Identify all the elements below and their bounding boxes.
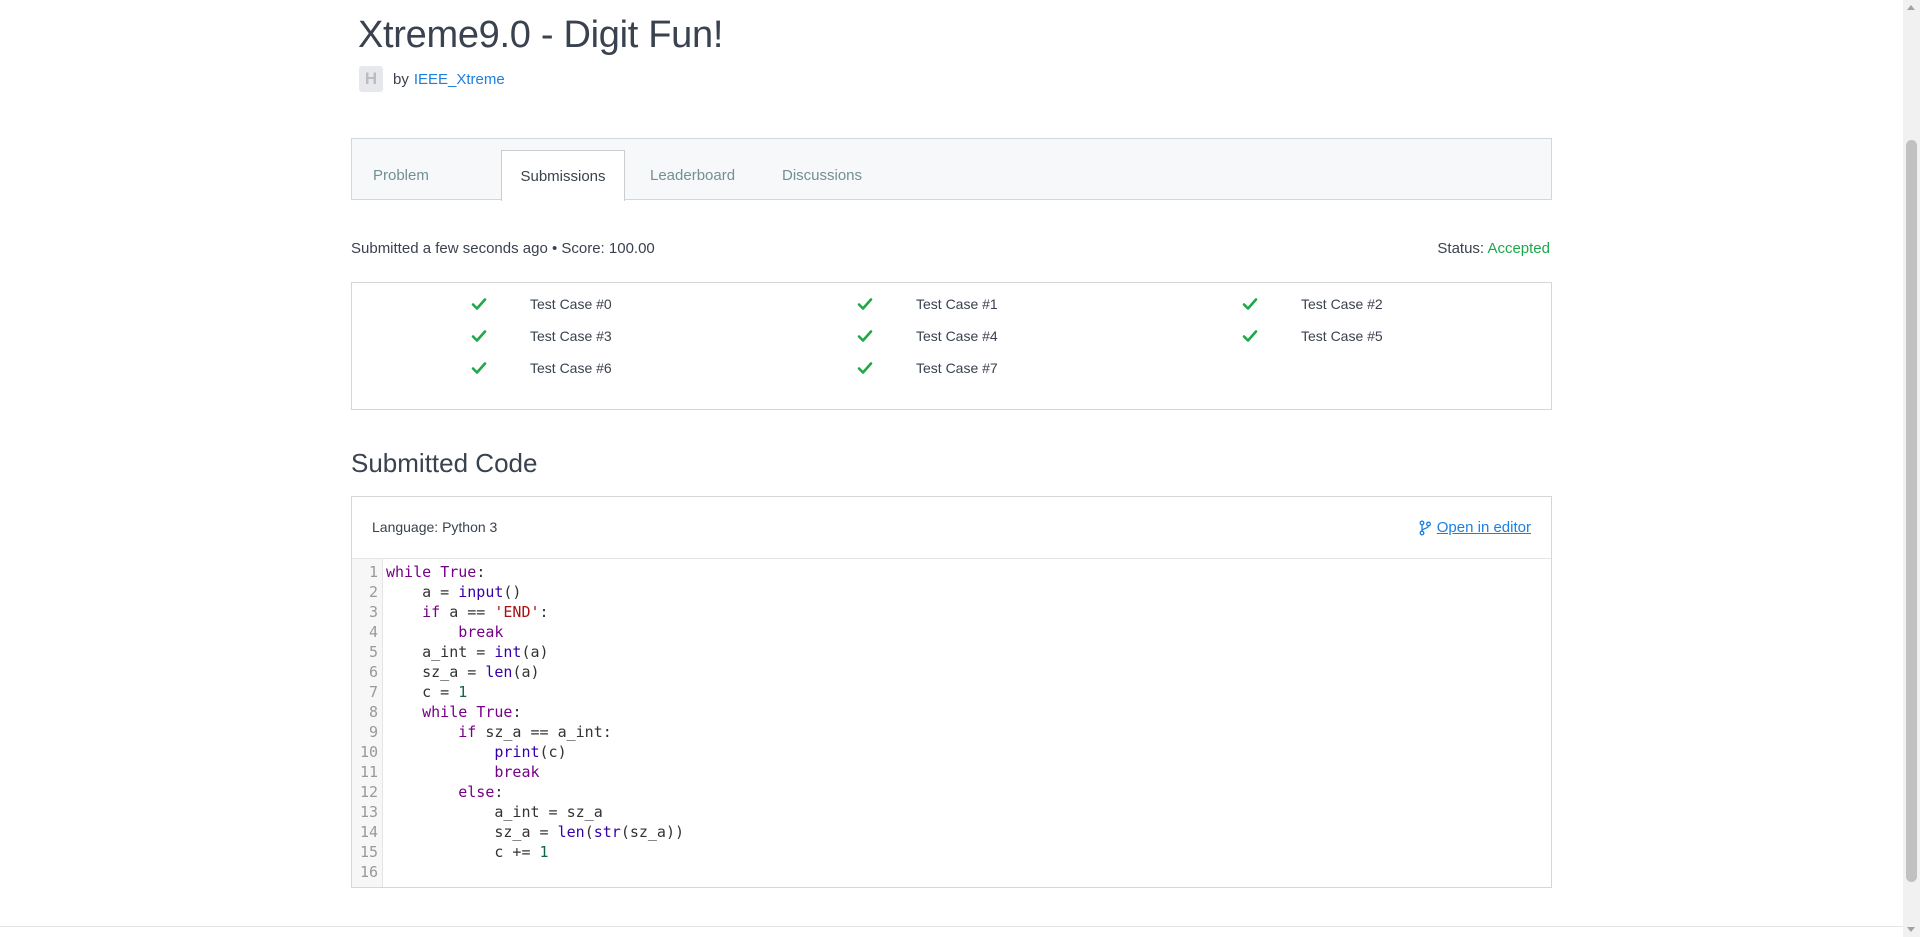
language-label: Language: Python 3 (372, 519, 498, 535)
author-link[interactable]: IEEE_Xtreme (414, 71, 505, 88)
code-editor[interactable]: 1 2 3 4 5 6 7 8 9 10 11 12 13 14 15 16 while True: a = … (352, 559, 1551, 887)
line-number: 2 (368, 583, 378, 601)
submission-meta: Submitted a few seconds ago • Score: 100… (351, 240, 655, 257)
scroll-down-arrow-icon[interactable] (1907, 927, 1915, 932)
code-line: a_int = int(a) (386, 643, 549, 661)
line-number: 16 (359, 863, 378, 881)
check-icon (471, 330, 487, 342)
code-line: sz_a = len(str(sz_a)) (386, 823, 685, 841)
code-line: c = 1 (386, 683, 468, 701)
test-case-label: Test Case #4 (916, 328, 998, 344)
check-icon (471, 362, 487, 374)
line-number: 5 (368, 643, 378, 661)
code-line: sz_a = len(a) (386, 663, 540, 681)
test-case-item[interactable]: Test Case #4 (857, 328, 998, 344)
test-case-item[interactable]: Test Case #2 (1242, 296, 1383, 312)
line-number: 1 (368, 563, 378, 581)
challenge-title: Xtreme9.0 - Digit Fun! (358, 14, 724, 56)
line-number: 15 (359, 843, 378, 861)
code-header: Language: Python 3 Open in editor (352, 497, 1551, 559)
submitted-code-heading: Submitted Code (351, 448, 538, 478)
line-number: 13 (359, 803, 378, 821)
line-number: 8 (368, 703, 378, 721)
line-number-gutter: 1 2 3 4 5 6 7 8 9 10 11 12 13 14 15 16 (352, 559, 383, 887)
test-case-label: Test Case #3 (530, 328, 612, 344)
test-case-label: Test Case #0 (530, 296, 612, 312)
code-panel: Language: Python 3 Open in editor 123456… (351, 496, 1552, 888)
line-number: 6 (368, 663, 378, 681)
test-case-item[interactable]: Test Case #7 (857, 360, 998, 376)
status-value: Accepted (1487, 240, 1550, 257)
test-case-label: Test Case #2 (1301, 296, 1383, 312)
test-case-item[interactable]: Test Case #6 (471, 360, 612, 376)
scrollbar-thumb[interactable] (1906, 140, 1917, 882)
test-case-label: Test Case #6 (530, 360, 612, 376)
code-line: break (458, 623, 504, 641)
code-line: c += 1 (386, 843, 549, 861)
test-case-item[interactable]: Test Case #1 (857, 296, 998, 312)
tab-submissions[interactable]: Submissions (501, 150, 625, 201)
code-line: a = input() (386, 583, 522, 601)
line-number: 3 (368, 603, 378, 621)
test-case-label: Test Case #1 (916, 296, 998, 312)
test-case-item[interactable]: Test Case #5 (1242, 328, 1383, 344)
test-cases-panel: Test Case #0 Test Case #1 Test Case #2 Test… (351, 282, 1552, 410)
author-avatar: H (359, 66, 383, 92)
check-icon (1242, 298, 1258, 310)
submission-status: Status: Accepted (1437, 240, 1550, 257)
line-number: 7 (368, 683, 378, 701)
line-number: 10 (359, 743, 378, 761)
tab-leaderboard[interactable]: Leaderboard (650, 150, 735, 199)
test-case-item[interactable]: Test Case #3 (471, 328, 612, 344)
code-line: while True: (422, 703, 522, 721)
by-label: by (393, 70, 409, 88)
status-label: Status: (1437, 240, 1485, 257)
open-in-editor-link[interactable]: Open in editor (1419, 519, 1531, 536)
code-line: print(c) (494, 743, 567, 761)
open-in-editor-label: Open in editor (1436, 519, 1531, 536)
footer-divider (0, 926, 1903, 927)
branch-icon (1419, 520, 1431, 535)
line-number: 14 (359, 823, 378, 841)
line-number: 11 (359, 763, 378, 781)
author-byline: H by IEEE_Xtreme (359, 66, 505, 92)
tab-problem[interactable]: Problem (373, 150, 429, 199)
test-case-label: Test Case #5 (1301, 328, 1383, 344)
challenge-tabs: Problem Submissions Leaderboard Discussions (351, 138, 1552, 201)
test-case-label: Test Case #7 (916, 360, 998, 376)
check-icon (857, 330, 873, 342)
tab-discussions[interactable]: Discussions (782, 150, 862, 199)
code-line: a_int = sz_a (386, 803, 603, 821)
check-icon (471, 298, 487, 310)
line-number: 9 (368, 723, 378, 741)
line-number: 4 (368, 623, 378, 641)
page-scrollbar[interactable] (1903, 0, 1920, 937)
check-icon (857, 298, 873, 310)
code-line: if a == 'END': (422, 603, 549, 621)
check-icon (857, 362, 873, 374)
code-line: if sz_a == a_int: (458, 723, 612, 741)
code-line: while True: (386, 563, 486, 581)
code-line: break (494, 763, 540, 781)
scroll-up-arrow-icon[interactable] (1907, 5, 1915, 10)
line-number: 12 (359, 783, 378, 801)
test-case-item[interactable]: Test Case #0 (471, 296, 612, 312)
check-icon (1242, 330, 1258, 342)
code-line: else: (458, 783, 504, 801)
